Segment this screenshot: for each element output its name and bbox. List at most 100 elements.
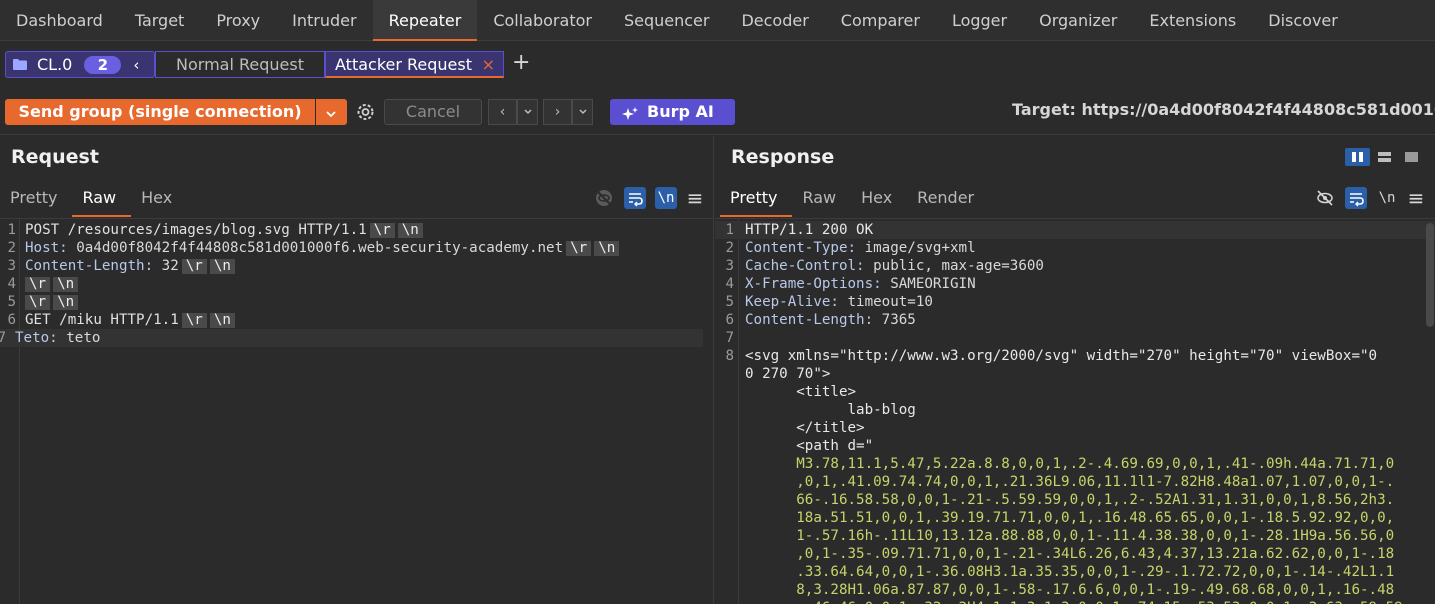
line-text: 66-.16.58.58,0,0,1-.21-.5.59.59,0,0,1,.2…	[745, 491, 1394, 509]
tab-attacker-request[interactable]: Attacker Request ×	[325, 51, 504, 78]
layout-stacked-icon[interactable]	[1372, 148, 1397, 166]
line-number: 5	[7, 294, 16, 310]
tab-pretty[interactable]: Pretty	[0, 182, 72, 217]
word-wrap-icon[interactable]	[1345, 187, 1367, 209]
line-text: 8,3.28H1.06a.87.87,0,0,1-.58-.17.6.6,0,0…	[745, 581, 1394, 599]
tab-collaborator[interactable]: Collaborator	[477, 0, 608, 41]
tab-comparer[interactable]: Comparer	[825, 0, 936, 41]
line-content: <svg xmlns="http://www.w3.org/2000/svg" …	[745, 348, 1378, 364]
line-number: 6	[7, 312, 16, 328]
folder-icon	[13, 59, 27, 70]
word-wrap-icon[interactable]	[624, 187, 646, 209]
response-editor[interactable]: 1 HTTP/1.1 200 OK 2 Content-Type: image/svg…	[715, 218, 1435, 604]
group-count-badge: 2	[84, 55, 122, 74]
tab-render[interactable]: Render	[907, 182, 989, 217]
code-line: 7 Teto: teto	[0, 329, 703, 347]
line-text: <svg xmlns="http://www.w3.org/2000/svg" …	[745, 347, 1377, 365]
header-name: Host:	[25, 240, 68, 256]
layout-toggle-group	[1345, 148, 1424, 166]
tab-organizer[interactable]: Organizer	[1023, 0, 1133, 41]
code-line: </title>	[715, 419, 1435, 437]
show-newlines-icon[interactable]: \n	[1376, 187, 1398, 209]
tab-discover[interactable]: Discover	[1252, 0, 1354, 41]
tab-logger[interactable]: Logger	[936, 0, 1023, 41]
tab-hex[interactable]: Hex	[851, 182, 907, 217]
line-text: POST /resources/images/blog.svg HTTP/1.1…	[25, 221, 423, 239]
repeater-toolbar: Send group (single connection) Cancel ‹ …	[0, 88, 1435, 135]
line-text: 1-.57.16h-.11L10,13.12a.88.88,0,0,1-.11.…	[745, 527, 1394, 545]
tab-dashboard[interactable]: Dashboard	[0, 0, 119, 41]
line-text: <path d="	[745, 437, 873, 455]
header-value: 0a4d00f8042f4f44808c581d001000f6.web-sec…	[67, 240, 564, 256]
top-nav: Dashboard Target Proxy Intruder Repeater Coll…	[0, 0, 1435, 41]
hide-nonprintable-icon[interactable]	[1314, 187, 1336, 209]
settings-gear-button[interactable]	[353, 99, 378, 125]
request-lines: 1 POST /resources/images/blog.svg HTTP/1.…	[0, 221, 713, 347]
header-name: Keep-Alive:	[745, 294, 839, 310]
menu-icon[interactable]: ≡	[684, 187, 706, 209]
repeater-tabs-bar: CL.0 2 ‹ Normal Request Attacker Request…	[0, 42, 1435, 88]
code-line: <path d="	[715, 437, 1435, 455]
line-content: <title>	[745, 384, 857, 400]
previous-request-button[interactable]: ‹	[488, 99, 517, 125]
menu-icon[interactable]: ≡	[1405, 187, 1427, 209]
line-number: 6	[725, 312, 734, 328]
tab-proxy[interactable]: Proxy	[200, 0, 276, 41]
tab-decoder[interactable]: Decoder	[725, 0, 824, 41]
code-line: 18a.51.51,0,0,1,.39.19.71.71,0,0,1,.16.4…	[715, 509, 1435, 527]
crlf-marker: \r	[181, 313, 207, 328]
line-number: 1	[7, 222, 16, 238]
tab-target[interactable]: Target	[119, 0, 201, 41]
tab-pretty[interactable]: Pretty	[720, 182, 793, 217]
tab-normal-request[interactable]: Normal Request	[155, 51, 325, 78]
send-group-button[interactable]: Send group (single connection)	[5, 99, 315, 125]
line-text: M3.78,11.1,5.47,5.22a.8.8,0,0,1,.2-.4.69…	[745, 455, 1394, 473]
code-line: .33.64.64,0,0,1-.36.08H3.1a.35.35,0,0,1-…	[715, 563, 1435, 581]
line-number: 7	[0, 329, 6, 347]
crlf-marker: \n	[594, 241, 620, 256]
target-url[interactable]: Target: https://0a4d00f8042f4f44808c581d…	[1012, 100, 1435, 119]
crlf-marker: \n	[53, 277, 79, 292]
tab-intruder[interactable]: Intruder	[276, 0, 372, 41]
line-content: GET /miku HTTP/1.1	[25, 312, 179, 328]
crlf-marker: \n	[397, 223, 423, 238]
crlf-marker: \n	[53, 295, 79, 310]
line-text: Teto: teto	[15, 329, 100, 347]
hide-nonprintable-icon[interactable]	[593, 187, 615, 209]
layout-tabs-icon[interactable]	[1399, 148, 1424, 166]
group-name: CL.0	[37, 55, 73, 74]
tab-repeater[interactable]: Repeater	[372, 0, 478, 41]
line-text: Content-Length: 7365	[745, 311, 916, 329]
next-history-dropdown[interactable]	[572, 99, 593, 125]
code-line: ,0,1,.41.09.74.74,0,0,1,.21.36L9.06,11.1…	[715, 473, 1435, 491]
close-icon[interactable]: ×	[482, 52, 495, 77]
crlf-marker: \r	[25, 295, 51, 310]
code-line: 6 Content-Length: 7365	[715, 311, 1435, 329]
code-line: lab-blog	[715, 401, 1435, 419]
tab-extensions[interactable]: Extensions	[1133, 0, 1252, 41]
tab-hex[interactable]: Hex	[131, 182, 187, 217]
line-content: POST /resources/images/blog.svg HTTP/1.1	[25, 222, 367, 238]
tab-sequencer[interactable]: Sequencer	[608, 0, 726, 41]
next-request-button[interactable]: ›	[543, 99, 572, 125]
request-editor[interactable]: 1 POST /resources/images/blog.svg HTTP/1.…	[0, 218, 713, 604]
response-lines: 1 HTTP/1.1 200 OK 2 Content-Type: image/svg…	[715, 221, 1435, 604]
previous-history-dropdown[interactable]	[517, 99, 538, 125]
code-line: 8 <svg xmlns="http://www.w3.org/2000/svg"…	[715, 347, 1435, 365]
line-number: 2	[7, 240, 16, 256]
add-tab-icon[interactable]: +	[512, 50, 530, 75]
show-newlines-icon[interactable]: \n	[655, 187, 677, 209]
tab-group-cl0[interactable]: CL.0 2 ‹	[5, 51, 155, 78]
collapse-group-icon[interactable]: ‹	[133, 56, 139, 74]
tab-raw[interactable]: Raw	[72, 182, 132, 217]
tab-raw[interactable]: Raw	[792, 182, 851, 217]
header-name: Content-Length:	[745, 312, 874, 328]
request-pane: Request Pretty Raw Hex \n ≡ 1 POST /resou…	[0, 136, 714, 604]
layout-side-by-side-icon[interactable]	[1345, 148, 1370, 166]
vertical-scrollbar[interactable]	[1426, 223, 1434, 327]
cancel-button[interactable]: Cancel	[384, 99, 482, 125]
line-content: </title>	[745, 420, 865, 436]
send-options-dropdown[interactable]	[316, 99, 347, 125]
line-text: a.46.46,0,0,1,.32-.2H4.1a1.3,1.3,0,0,1,.…	[745, 599, 1402, 604]
burp-ai-button[interactable]: Burp AI	[610, 99, 735, 125]
